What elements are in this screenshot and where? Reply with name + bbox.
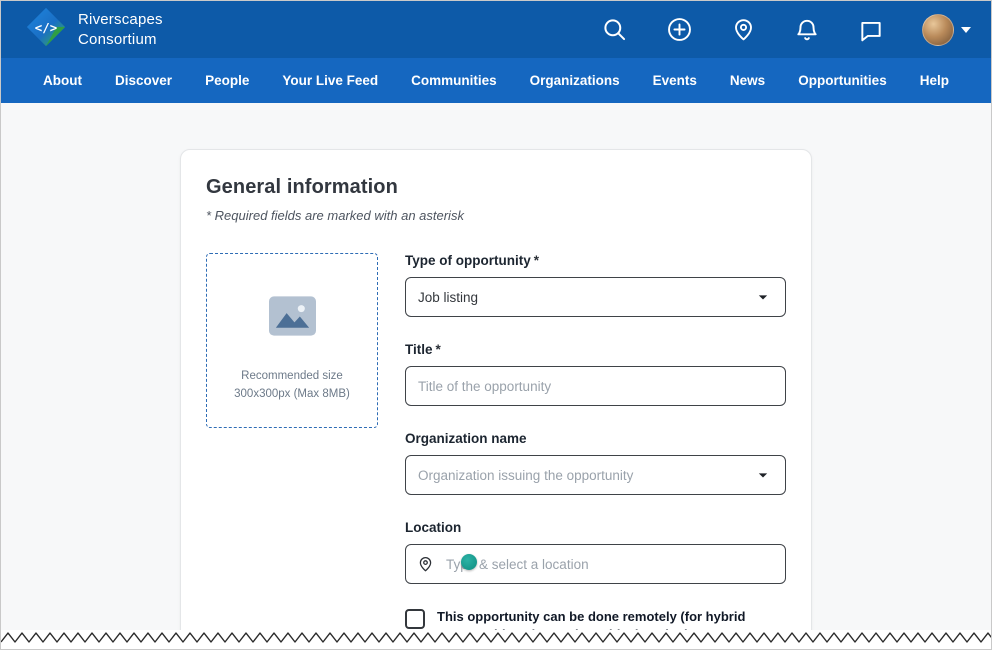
riverscapes-logo-icon: </> — [25, 6, 67, 53]
image-upload-dropzone[interactable]: Recommended size 300x300px (Max 8MB) — [206, 253, 378, 428]
search-icon[interactable] — [601, 16, 628, 43]
nav-item-organizations[interactable]: Organizations — [530, 73, 620, 88]
type-of-opportunity-label: Type of opportunity * — [405, 253, 539, 268]
nav-item-people[interactable]: People — [205, 73, 249, 88]
title-input[interactable] — [405, 366, 786, 406]
title-label: Title * — [405, 342, 441, 357]
upload-hint-line2: 300x300px (Max 8MB) — [234, 387, 350, 400]
organization-select[interactable]: Organization issuing the opportunity — [405, 455, 786, 495]
location-pin-input-icon — [417, 556, 434, 573]
torn-edge-path — [1, 632, 991, 643]
select-caret-icon — [753, 287, 773, 307]
user-menu[interactable] — [922, 13, 971, 46]
organization-name-label: Organization name — [405, 431, 527, 446]
brand-name-line1: Riverscapes — [78, 11, 163, 29]
type-of-opportunity-select[interactable]: Job listing — [405, 277, 786, 317]
nav-item-about[interactable]: About — [43, 73, 82, 88]
required-asterisk: * — [533, 253, 539, 268]
upload-hint: Recommended size 300x300px (Max 8MB) — [234, 368, 350, 404]
avatar[interactable] — [922, 13, 954, 46]
brand-logo[interactable]: </> Riverscapes Consortium — [25, 6, 163, 53]
general-information-card: General information * Required fields ar… — [180, 149, 812, 649]
brand-name: Riverscapes Consortium — [78, 10, 163, 48]
screenshot-frame: </> Riverscapes Consortium About Discove… — [0, 0, 992, 650]
torn-edge-bottom — [1, 630, 991, 649]
page-content: General information * Required fields ar… — [1, 103, 991, 649]
brand-name-line2: Consortium — [78, 30, 157, 48]
remote-checkbox[interactable] — [405, 609, 425, 629]
nav-item-events[interactable]: Events — [653, 73, 697, 88]
image-placeholder-icon — [268, 296, 316, 341]
nav-item-news[interactable]: News — [730, 73, 765, 88]
page-title: General information — [206, 176, 398, 198]
location-pin-icon[interactable] — [731, 17, 756, 42]
chevron-down-icon — [961, 26, 971, 33]
messages-chat-icon[interactable] — [858, 17, 884, 43]
nav-item-help[interactable]: Help — [920, 73, 949, 88]
nav-item-opportunities[interactable]: Opportunities — [798, 73, 887, 88]
nav-item-discover[interactable]: Discover — [115, 73, 172, 88]
top-header-bar: </> Riverscapes Consortium — [1, 1, 991, 58]
location-label: Location — [405, 520, 462, 535]
required-asterisk: * — [435, 342, 441, 357]
create-plus-icon[interactable] — [666, 16, 693, 43]
nav-item-your-live-feed[interactable]: Your Live Feed — [282, 73, 378, 88]
select-caret-icon — [753, 465, 773, 485]
notifications-bell-icon[interactable] — [794, 17, 820, 43]
location-input[interactable] — [405, 544, 786, 584]
header-actions — [601, 13, 971, 46]
form-fields: Type of opportunity * Job listing Title * — [405, 253, 786, 644]
required-fields-note: * Required fields are marked with an ast… — [206, 208, 464, 223]
upload-hint-line1: Recommended size — [241, 370, 343, 382]
organization-placeholder: Organization issuing the opportunity — [418, 467, 634, 483]
main-navbar: About Discover People Your Live Feed Com… — [1, 58, 991, 103]
type-of-opportunity-value: Job listing — [418, 289, 479, 305]
svg-text:</>: </> — [35, 20, 57, 35]
nav-item-communities[interactable]: Communities — [411, 73, 497, 88]
